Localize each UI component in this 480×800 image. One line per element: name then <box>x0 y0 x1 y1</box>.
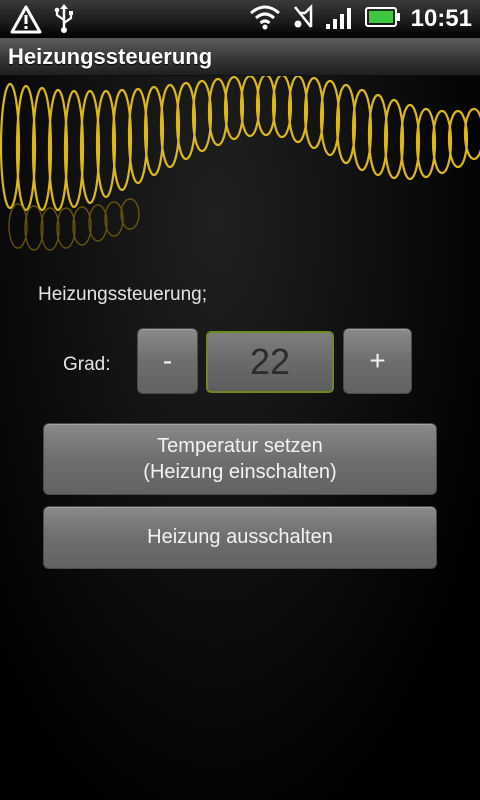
signal-icon <box>325 4 355 34</box>
alert-icon <box>10 4 42 38</box>
clock: 10:51 <box>410 5 472 32</box>
main-content: Heizungssteuerung; Grad: - 22 + Temperat… <box>0 76 480 800</box>
increment-button[interactable]: + <box>343 328 412 394</box>
set-temperature-label-line2: (Heizung einschalten) <box>143 461 337 483</box>
section-heading: Heizungssteuerung; <box>38 284 207 305</box>
set-temperature-label-line1: Temperatur setzen <box>157 435 323 457</box>
status-bar-left <box>10 4 76 38</box>
page-title: Heizungssteuerung <box>8 44 213 69</box>
degree-label: Grad: <box>63 354 111 375</box>
status-bar-right: 10:51 <box>249 3 472 35</box>
usb-icon <box>52 4 76 38</box>
temperature-input[interactable]: 22 <box>206 331 334 393</box>
battery-icon <box>364 5 401 33</box>
muted-speaker-icon <box>291 3 315 35</box>
decrement-button[interactable]: - <box>137 328 198 394</box>
status-bar: 10:51 <box>0 0 480 39</box>
set-temperature-button[interactable]: Temperatur setzen (Heizung einschalten) <box>43 423 437 495</box>
heating-off-button[interactable]: Heizung ausschalten <box>43 506 437 569</box>
wifi-icon <box>249 4 281 34</box>
title-bar: Heizungssteuerung <box>0 39 480 76</box>
